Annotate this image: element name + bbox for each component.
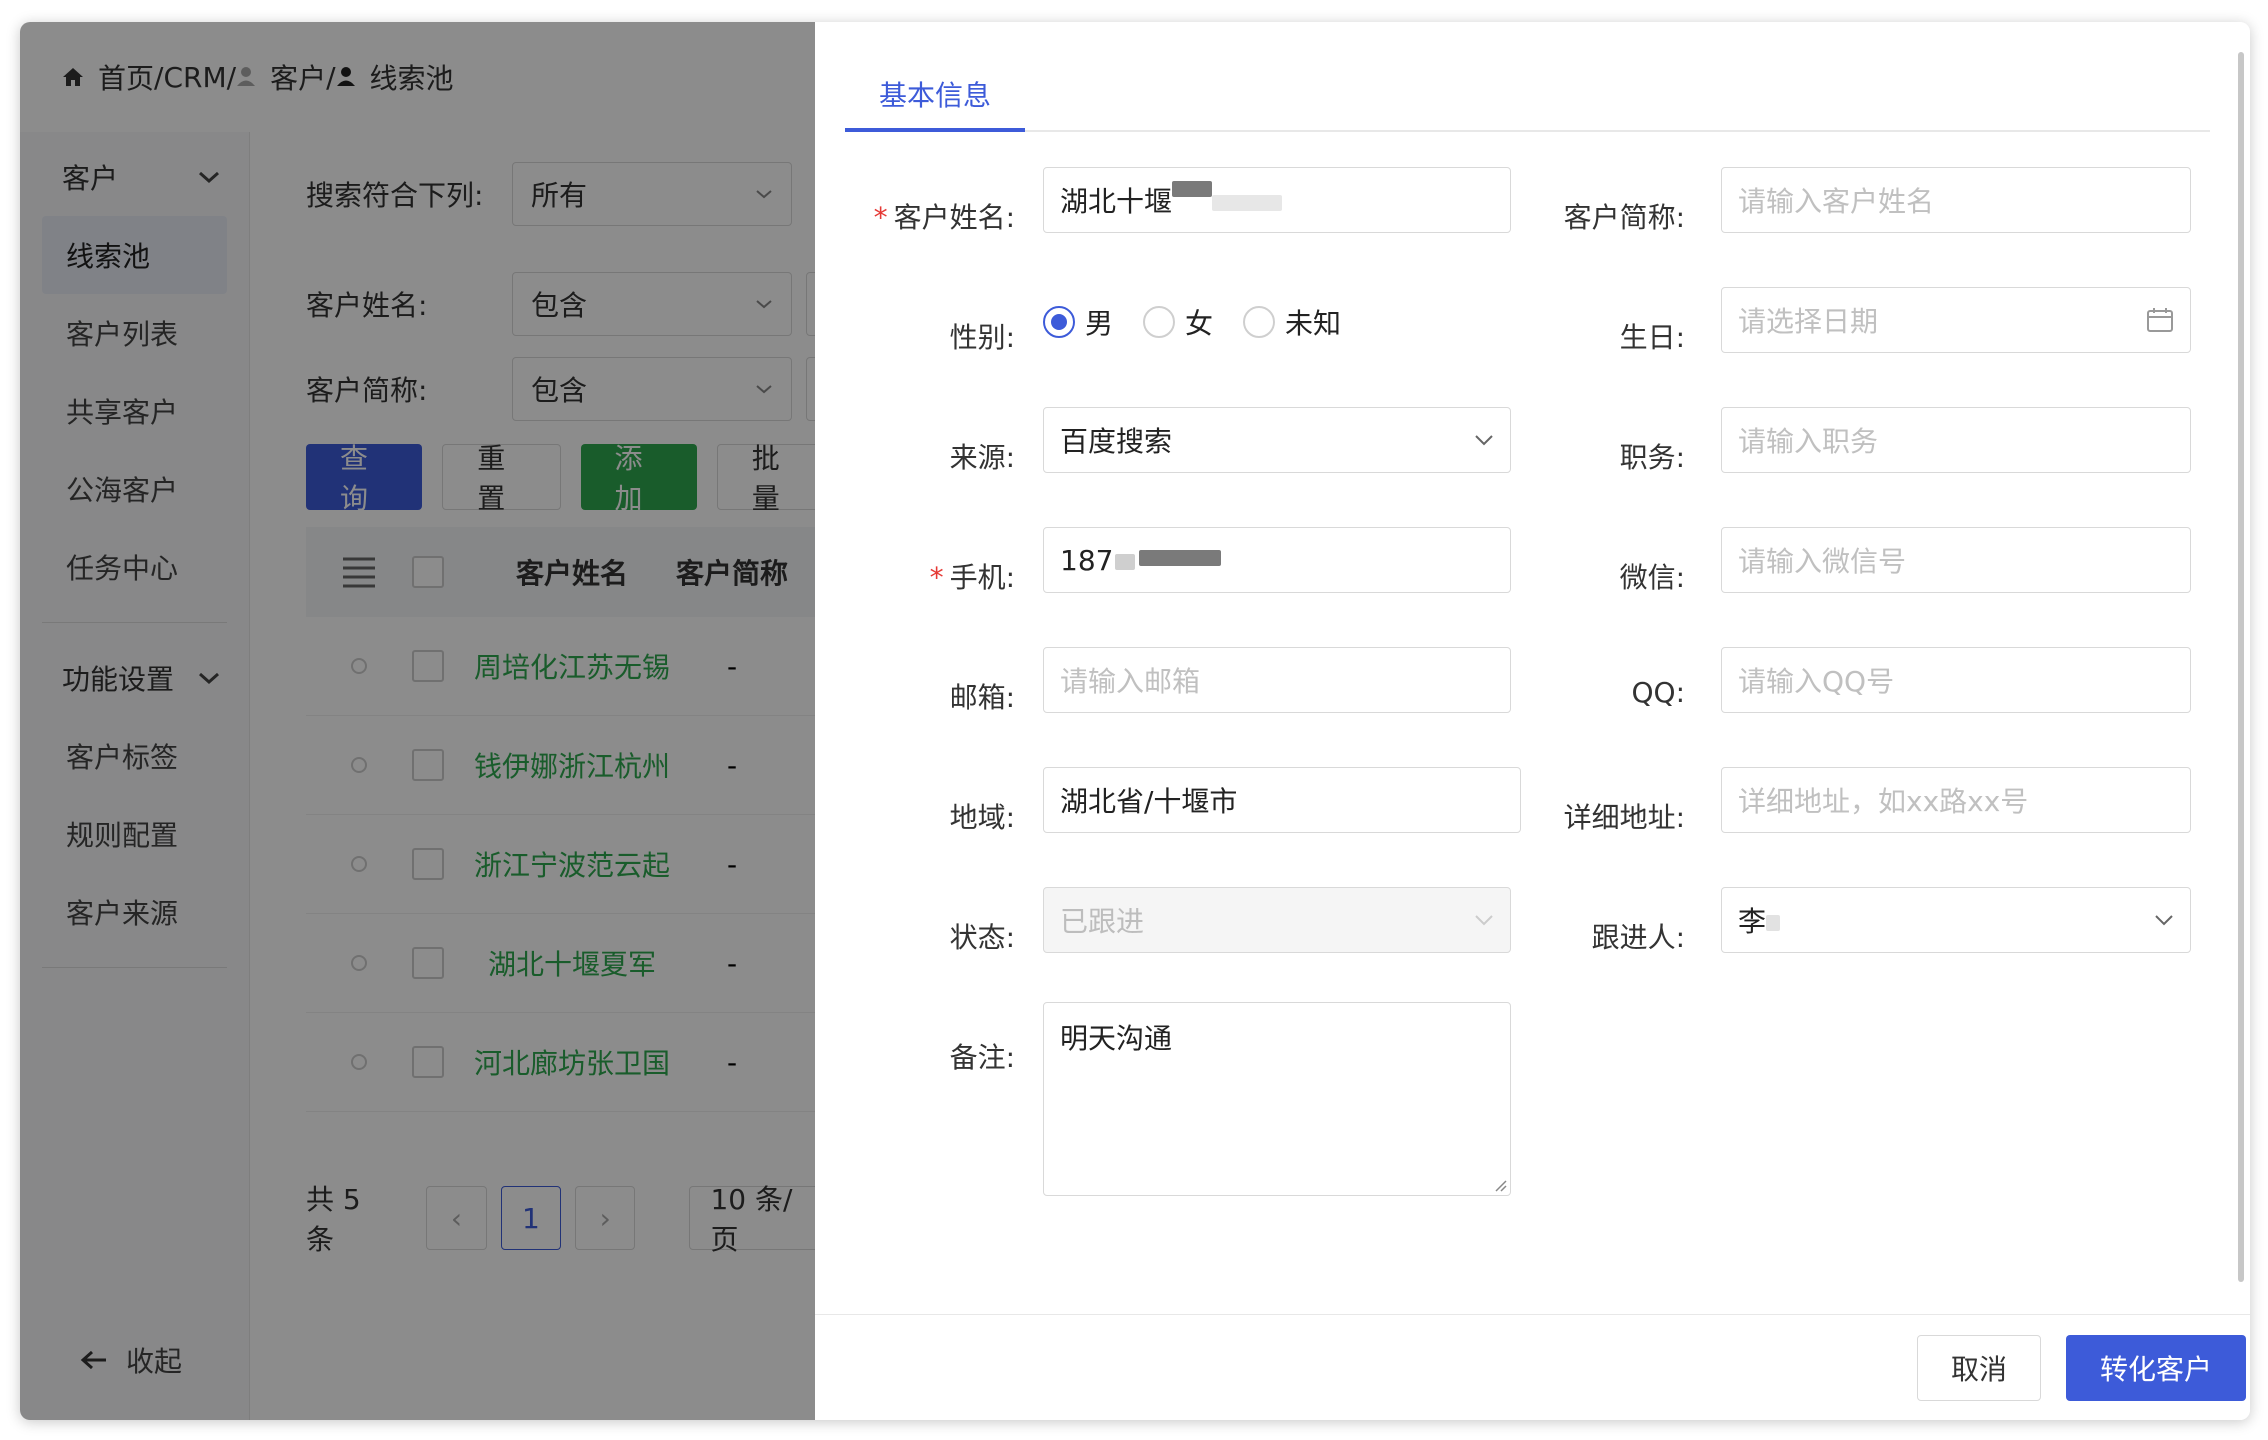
- position-label: 职务:: [1619, 441, 1685, 474]
- name-label: * 客户姓名:: [835, 196, 1015, 236]
- redacted-block: [1212, 195, 1283, 211]
- customer-name-text: 湖北十堰: [1060, 185, 1173, 218]
- source-value: 百度搜索: [1060, 425, 1173, 458]
- qq-placeholder: 请输入QQ号: [1738, 665, 1895, 698]
- name-label-text: 客户姓名:: [893, 201, 1015, 234]
- status-value: 已跟进: [1060, 905, 1145, 938]
- required-mark: *: [929, 561, 944, 594]
- region-label: 地域:: [949, 801, 1015, 834]
- address-input[interactable]: 详细地址，如xx路xx号: [1721, 767, 2191, 833]
- abbr-label: 客户简称:: [1563, 201, 1685, 234]
- status-select: 已跟进: [1043, 887, 1511, 953]
- convert-customer-drawer: 基本信息 * 客户姓名: 性别: 来源: * 手机: 邮箱: 地域: 状态: 备注:…: [815, 22, 2250, 1420]
- wechat-placeholder: 请输入微信号: [1738, 545, 1907, 578]
- redacted-block: [1139, 549, 1222, 566]
- gender-radio-male[interactable]: 男: [1043, 302, 1113, 342]
- customer-name-value: 湖北十堰: [1060, 180, 1494, 220]
- wechat-label: 微信:: [1619, 561, 1685, 594]
- follower-label: 跟进人:: [1591, 921, 1685, 954]
- gender-radio-unknown[interactable]: 未知: [1243, 302, 1341, 342]
- birthday-label: 生日:: [1619, 321, 1685, 354]
- radio-circle: [1143, 306, 1176, 338]
- gender-radio-female[interactable]: 女: [1143, 302, 1213, 342]
- phone-value: 187: [1060, 544, 1494, 577]
- status-label: 状态:: [949, 921, 1015, 954]
- follower-text: 李: [1738, 905, 1767, 938]
- phone-label: * 手机:: [835, 556, 1015, 596]
- address-label: 详细地址:: [1563, 801, 1685, 834]
- source-label: 来源:: [949, 441, 1015, 474]
- birthday-placeholder: 请选择日期: [1738, 305, 1879, 338]
- birthday-datepicker[interactable]: 请选择日期: [1721, 287, 2191, 353]
- redacted-block: [1172, 181, 1213, 197]
- calendar-icon: [2147, 308, 2173, 332]
- required-mark: *: [873, 201, 888, 234]
- radio-circle: [1043, 306, 1075, 338]
- chevron-down-icon: [2155, 915, 2173, 926]
- source-select[interactable]: 百度搜索: [1043, 407, 1511, 473]
- position-input[interactable]: 请输入职务: [1721, 407, 2191, 473]
- radio-label: 男: [1085, 307, 1114, 340]
- convert-customer-button[interactable]: 转化客户: [2066, 1335, 2246, 1401]
- remark-value: 明天沟通: [1060, 1022, 1173, 1055]
- radio-label: 未知: [1285, 307, 1342, 340]
- address-placeholder: 详细地址，如xx路xx号: [1738, 785, 2029, 818]
- scrollbar[interactable]: [2238, 52, 2244, 1282]
- radio-label: 女: [1185, 307, 1214, 340]
- abbr-placeholder: 请输入客户姓名: [1738, 185, 1935, 218]
- follower-value: 李: [1738, 900, 2154, 940]
- app-window: 首页 / CRM / 客户 / 线索池 客户 线索池 客户列表 共享客户 公海客…: [20, 22, 2250, 1420]
- modal-overlay[interactable]: [20, 22, 835, 1420]
- gender-radio-group: 男 女 未知: [1043, 302, 1341, 342]
- qq-label: QQ:: [1631, 676, 1685, 709]
- qq-input[interactable]: 请输入QQ号: [1721, 647, 2191, 713]
- follower-select[interactable]: 李: [1721, 887, 2191, 953]
- wechat-input[interactable]: 请输入微信号: [1721, 527, 2191, 593]
- remark-textarea[interactable]: 明天沟通: [1043, 1002, 1511, 1196]
- customer-abbr-input[interactable]: 请输入客户姓名: [1721, 167, 2191, 233]
- drawer-tabs: 基本信息: [845, 22, 2210, 132]
- radio-circle: [1243, 306, 1276, 338]
- email-placeholder: 请输入邮箱: [1060, 665, 1201, 698]
- phone-label-text: 手机:: [949, 561, 1015, 594]
- phone-input[interactable]: 187: [1043, 527, 1511, 593]
- redacted-block: [1766, 915, 1781, 931]
- email-input[interactable]: 请输入邮箱: [1043, 647, 1511, 713]
- region-value: 湖北省/十堰市: [1060, 785, 1238, 818]
- redacted-block: [1115, 553, 1136, 570]
- drawer-footer: 取消 转化客户: [815, 1314, 2250, 1420]
- gender-label: 性别:: [949, 321, 1015, 354]
- chevron-down-icon: [1475, 435, 1493, 446]
- tab-basic-info[interactable]: 基本信息: [845, 60, 1025, 132]
- position-placeholder: 请输入职务: [1738, 425, 1879, 458]
- cancel-button[interactable]: 取消: [1917, 1335, 2041, 1401]
- remark-label: 备注:: [949, 1041, 1015, 1074]
- email-label: 邮箱:: [949, 681, 1015, 714]
- region-cascader[interactable]: 湖北省/十堰市: [1043, 767, 1521, 833]
- resize-grip-icon[interactable]: [1493, 1178, 1507, 1192]
- phone-text: 187: [1060, 543, 1114, 577]
- customer-name-input[interactable]: 湖北十堰: [1043, 167, 1511, 233]
- chevron-down-icon: [1475, 915, 1493, 926]
